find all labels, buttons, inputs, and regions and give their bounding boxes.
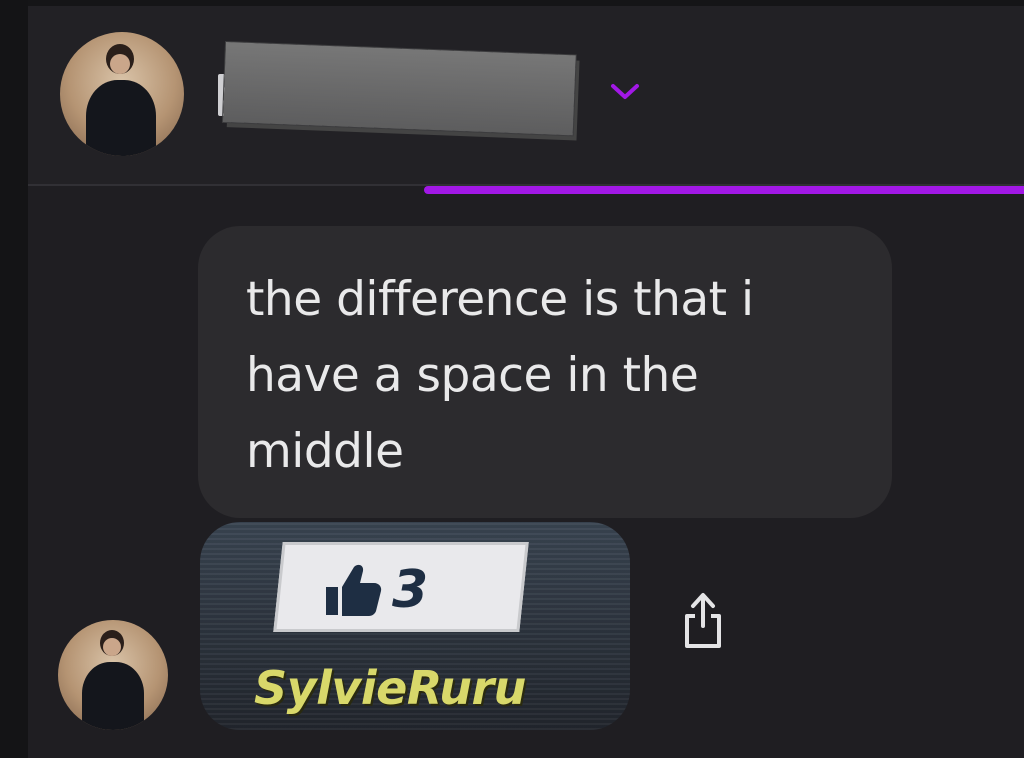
- chevron-down-icon[interactable]: [608, 78, 642, 104]
- progress-bar: [424, 186, 1024, 194]
- message-line: middle: [246, 424, 404, 479]
- message-line: the difference is that i: [246, 272, 754, 327]
- avatar-face: [103, 638, 121, 656]
- like-count: 3: [392, 560, 429, 620]
- thumbs-up-icon: [326, 564, 382, 616]
- redacted-name: [222, 42, 576, 136]
- message-avatar[interactable]: [58, 620, 168, 730]
- progress-fill: [424, 186, 1024, 194]
- card-username: SylvieRuru: [254, 661, 526, 715]
- message-text: the difference is that i have a space in…: [246, 262, 866, 490]
- avatar-face: [110, 54, 130, 74]
- like-counter: 3: [322, 556, 428, 624]
- message-line: have a space in the: [246, 348, 699, 403]
- avatar-body: [86, 80, 156, 156]
- avatar-body: [82, 662, 144, 730]
- left-edge-panel: [0, 0, 28, 758]
- header-avatar[interactable]: [60, 32, 184, 156]
- share-icon[interactable]: [680, 590, 726, 652]
